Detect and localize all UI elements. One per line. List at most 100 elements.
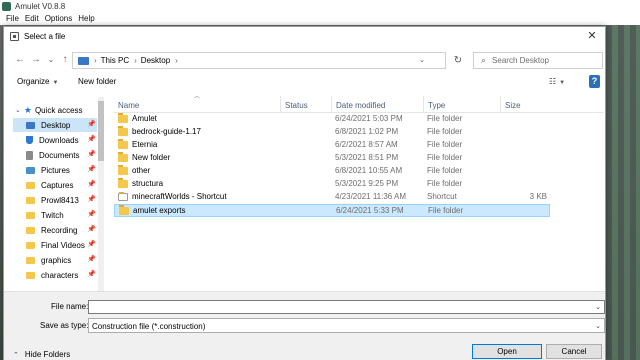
column-header-date-modified[interactable]: Date modified [336, 101, 385, 110]
breadcrumb-desktop[interactable]: Desktop [141, 56, 170, 65]
file-row-bedrock-guide[interactable]: bedrock-guide-1.17 6/8/2021 1:02 PM File… [114, 126, 550, 139]
menu-options[interactable]: Options [45, 14, 73, 23]
pin-icon: 📌 [87, 181, 96, 188]
open-button[interactable]: Open [472, 344, 542, 359]
chevron-up-icon: ⌃ [13, 351, 19, 359]
file-name: Amulet [132, 114, 157, 123]
close-icon[interactable]: ✕ [585, 30, 599, 42]
folder-icon [26, 271, 35, 279]
nav-pane-scroll-thumb[interactable] [98, 101, 104, 161]
nav-label: Prowl8413 [41, 195, 79, 205]
nav-item-final-videos[interactable]: Final Videos 📌 [13, 238, 97, 252]
refresh-icon[interactable]: ↻ [449, 53, 467, 68]
file-row-amulet[interactable]: Amulet 6/24/2021 5:03 PM File folder [114, 113, 550, 126]
cancel-button[interactable]: Cancel [546, 344, 602, 359]
back-arrow-icon[interactable]: ← [13, 53, 27, 67]
file-row-new-folder[interactable]: New folder 5/3/2021 8:51 PM File folder [114, 152, 550, 165]
new-folder-button[interactable]: New folder [78, 77, 116, 86]
toolbar: Organize ▼ New folder ☷ ▼ ? [4, 73, 605, 93]
column-header-type[interactable]: Type [428, 101, 445, 110]
folder-icon [26, 256, 35, 264]
up-arrow-icon[interactable]: ↑ [58, 53, 72, 67]
this-pc-icon [78, 56, 89, 65]
menu-file[interactable]: File [6, 14, 19, 23]
app-logo-icon [2, 1, 11, 11]
file-date: 4/23/2021 11:36 AM [335, 192, 407, 201]
nav-item-characters[interactable]: characters 📌 [13, 268, 97, 282]
nav-item-downloads[interactable]: Downloads 📌 [13, 133, 97, 147]
nav-item-quick-access[interactable]: ⌄ ★ Quick access [13, 103, 97, 117]
file-type: File folder [427, 179, 463, 188]
folder-icon [119, 205, 129, 215]
help-button[interactable]: ? [589, 75, 600, 88]
file-type: File folder [427, 166, 463, 175]
file-row-eternia[interactable]: Eternia 6/2/2021 8:57 AM File folder [114, 139, 550, 152]
view-options-button[interactable]: ☷ ▼ [549, 77, 565, 86]
nav-item-twitch[interactable]: Twitch 📌 [13, 208, 97, 222]
file-type-select[interactable]: Construction file (*.construction) ⌄ [88, 318, 605, 333]
organize-button[interactable]: Organize ▼ [17, 77, 58, 86]
pin-icon: 📌 [87, 196, 96, 203]
hide-folders-toggle[interactable]: ⌃ Hide Folders [13, 350, 70, 359]
file-type: File folder [427, 127, 463, 136]
nav-label: Quick access [34, 105, 83, 115]
address-bar[interactable]: › This PC › Desktop › ⌄ ↻ [72, 52, 462, 69]
folder-icon [26, 181, 35, 189]
documents-icon [26, 150, 33, 160]
breadcrumb-this-pc[interactable]: This PC [101, 56, 129, 65]
chevron-down-icon[interactable]: ⌄ [417, 56, 427, 66]
file-row-minecraftworlds-shortcut[interactable]: minecraftWorlds - Shortcut 4/23/2021 11:… [114, 191, 550, 204]
file-dialog: Select a file ✕ ← → ⌄ ↑ › This PC › Desk… [3, 26, 606, 360]
folder-icon [26, 196, 35, 204]
nav-item-prowl8413[interactable]: Prowl8413 📌 [13, 193, 97, 207]
app-menubar: File Edit Options Help [0, 12, 640, 25]
column-header-size[interactable]: Size [505, 101, 521, 110]
file-name-input[interactable]: ⌄ [88, 300, 605, 314]
pin-icon: 📌 [87, 211, 96, 218]
nav-label: Documents [39, 150, 80, 160]
app-canvas-edge [600, 25, 640, 360]
app-titlebar: Amulet V0.8.8 [0, 0, 640, 12]
file-row-structura[interactable]: structura 5/3/2021 9:25 PM File folder [114, 178, 550, 191]
file-type: File folder [427, 153, 463, 162]
column-header-name[interactable]: Name [118, 101, 139, 110]
column-header-status[interactable]: Status [285, 101, 308, 110]
column-headers: Name Status Date modified Type Size [114, 93, 604, 113]
pin-icon: 📌 [87, 151, 96, 158]
file-row-other[interactable]: other 6/8/2021 10:55 AM File folder [114, 165, 550, 178]
forward-arrow-icon[interactable]: → [29, 53, 43, 67]
organize-label: Organize [17, 77, 50, 86]
file-date: 5/3/2021 8:51 PM [335, 153, 399, 162]
column-divider[interactable] [500, 96, 501, 112]
chevron-down-icon[interactable]: ⌄ [595, 303, 601, 311]
column-divider[interactable] [331, 96, 332, 112]
nav-item-desktop[interactable]: Desktop 📌 [13, 118, 97, 132]
folder-icon [26, 241, 35, 249]
folder-icon [26, 211, 35, 219]
file-row-amulet-exports[interactable]: amulet exports 6/24/2021 5:33 PM File fo… [114, 204, 550, 217]
pin-icon: 📌 [87, 241, 96, 248]
folder-icon [118, 126, 128, 136]
shortcut-icon [118, 192, 128, 201]
recent-locations-icon[interactable]: ⌄ [44, 53, 58, 67]
nav-item-captures[interactable]: Captures 📌 [13, 178, 97, 192]
nav-item-graphics[interactable]: graphics 📌 [13, 253, 97, 267]
navigation-pane: ⌄ ★ Quick access Desktop 📌 Downloads 📌 D… [13, 100, 105, 318]
search-input[interactable]: ⌕ Search Desktop [473, 52, 603, 69]
nav-item-documents[interactable]: Documents 📌 [13, 148, 97, 162]
nav-item-recording[interactable]: Recording 📌 [13, 223, 97, 237]
folder-icon [118, 178, 128, 188]
hide-folders-label: Hide Folders [24, 350, 71, 359]
menu-help[interactable]: Help [78, 14, 94, 23]
file-name: New folder [132, 153, 171, 162]
nav-label: Downloads [39, 135, 79, 145]
column-divider[interactable] [280, 96, 281, 112]
folder-icon [118, 139, 128, 149]
file-type: Shortcut [427, 192, 457, 201]
pin-icon: 📌 [87, 121, 96, 128]
file-date: 6/24/2021 5:33 PM [336, 206, 404, 215]
column-divider[interactable] [423, 96, 424, 112]
nav-item-pictures[interactable]: Pictures 📌 [13, 163, 97, 177]
file-size: 3 KB [529, 192, 547, 201]
menu-edit[interactable]: Edit [25, 14, 39, 23]
